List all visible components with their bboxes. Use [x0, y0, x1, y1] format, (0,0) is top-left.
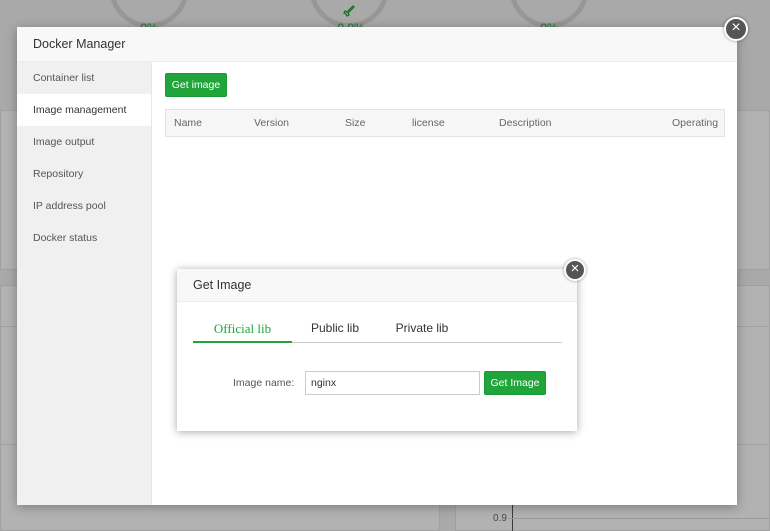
image-table-header: Name Version Size license Description Op… [165, 109, 725, 137]
tab-private-lib[interactable]: Private lib [387, 321, 457, 342]
close-icon[interactable]: × [724, 17, 748, 41]
image-name-input[interactable] [305, 371, 480, 395]
tab-public-lib[interactable]: Public lib [301, 321, 369, 342]
sidebar-item-image-output[interactable]: Image output [17, 126, 151, 158]
sidebar-item-ip-address-pool[interactable]: IP address pool [17, 190, 151, 222]
get-image-dialog: Get Image × Official lib Public lib Priv… [177, 259, 586, 431]
column-header-operating[interactable]: Operating [672, 110, 718, 136]
sidebar: Container list Image management Image ou… [17, 62, 152, 505]
sidebar-item-repository[interactable]: Repository [17, 158, 151, 190]
sidebar-item-image-management[interactable]: Image management [17, 94, 151, 126]
sidebar-item-docker-status[interactable]: Docker status [17, 222, 151, 254]
image-name-label: Image name: [233, 377, 295, 389]
column-header-version[interactable]: Version [254, 110, 289, 136]
get-image-submit-button[interactable]: Get Image [484, 371, 546, 395]
tab-official-lib[interactable]: Official lib [193, 321, 292, 343]
column-header-description[interactable]: Description [499, 110, 552, 136]
dialog-title: Get Image [177, 269, 577, 302]
column-header-name[interactable]: Name [174, 110, 202, 136]
close-icon[interactable]: × [564, 259, 586, 281]
column-header-size[interactable]: Size [345, 110, 365, 136]
sidebar-item-container-list[interactable]: Container list [17, 62, 151, 94]
window-title: Docker Manager [17, 27, 737, 62]
column-header-license[interactable]: license [412, 110, 445, 136]
get-image-button[interactable]: Get image [165, 73, 227, 97]
docker-manager-window: Docker Manager × Container list Image ma… [17, 17, 748, 505]
source-tabs: Official lib Public lib Private lib [193, 321, 562, 343]
